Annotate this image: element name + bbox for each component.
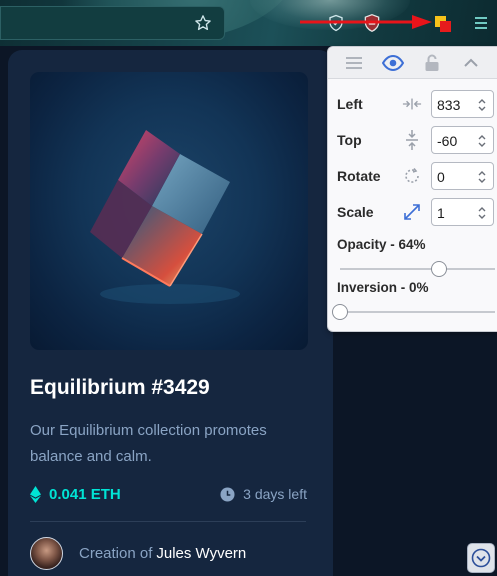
left-row: Left 833 xyxy=(328,90,497,118)
rotate-input[interactable]: 0 xyxy=(431,162,494,190)
opacity-slider-thumb[interactable] xyxy=(431,261,448,277)
spinner-icon[interactable] xyxy=(477,204,487,222)
glass-cube-icon xyxy=(90,130,240,304)
panel-header xyxy=(328,47,497,79)
drag-handle-icon[interactable] xyxy=(341,51,367,75)
overlay-extension-icon[interactable] xyxy=(433,14,453,34)
left-input[interactable]: 833 xyxy=(431,90,494,118)
clock-icon xyxy=(220,486,235,502)
nft-title[interactable]: Equilibrium #3429 xyxy=(30,376,210,400)
opacity-slider[interactable] xyxy=(340,261,495,277)
time-left: 3 days left xyxy=(243,486,307,502)
avatar xyxy=(30,537,63,570)
rotate-icon xyxy=(402,166,422,186)
inversion-slider-thumb[interactable] xyxy=(332,304,348,320)
nft-image xyxy=(30,72,308,350)
spinner-icon[interactable] xyxy=(477,132,487,150)
ethereum-icon xyxy=(30,486,41,503)
spinner-icon[interactable] xyxy=(477,168,487,186)
top-value: -60 xyxy=(437,133,458,149)
top-input[interactable]: -60 xyxy=(431,126,494,154)
annotation-arrow-icon xyxy=(300,15,432,29)
browser-toolbar xyxy=(0,0,497,46)
nft-description: Our Equilibrium collection promotes bala… xyxy=(30,422,267,465)
chevron-down-circle-icon xyxy=(471,548,491,568)
inversion-slider[interactable] xyxy=(332,304,495,320)
rotate-row: Rotate 0 xyxy=(328,162,497,190)
price-block: 0.041 ETH xyxy=(30,486,121,503)
card-divider xyxy=(30,521,306,522)
opacity-label: Opacity - 64% xyxy=(337,237,426,252)
creator-block: Creation of Jules Wyvern xyxy=(30,537,246,570)
rotate-value: 0 xyxy=(437,169,445,185)
overlay-control-panel: Left 833 Top -60 Rotate 0 Scale 1 Opacit… xyxy=(327,46,497,332)
horizontal-position-icon xyxy=(402,94,422,114)
bookmark-star-icon[interactable] xyxy=(192,12,214,34)
price-value: 0.041 ETH xyxy=(49,486,121,503)
scale-icon xyxy=(402,202,422,222)
spinner-icon[interactable] xyxy=(477,96,487,114)
nft-card[interactable]: Equilibrium #3429 Our Equilibrium collec… xyxy=(8,50,333,576)
left-label: Left xyxy=(337,96,363,112)
scale-label: Scale xyxy=(337,204,374,220)
unlock-icon[interactable] xyxy=(419,51,445,75)
vertical-position-icon xyxy=(402,130,422,150)
inversion-label: Inversion - 0% xyxy=(337,280,429,295)
eye-icon[interactable] xyxy=(380,51,406,75)
left-value: 833 xyxy=(437,97,461,113)
rotate-label: Rotate xyxy=(337,168,381,184)
collapse-icon[interactable] xyxy=(458,51,484,75)
scale-row: Scale 1 xyxy=(328,198,497,226)
creator-name[interactable]: Jules Wyvern xyxy=(156,545,246,562)
scale-value: 1 xyxy=(437,205,445,221)
scale-input[interactable]: 1 xyxy=(431,198,494,226)
hamburger-menu-icon[interactable] xyxy=(470,12,492,34)
scroll-down-button[interactable] xyxy=(467,543,495,573)
top-row: Top -60 xyxy=(328,126,497,154)
top-label: Top xyxy=(337,132,362,148)
time-block: 3 days left xyxy=(220,486,307,502)
creator-prefix: Creation of xyxy=(79,545,153,562)
